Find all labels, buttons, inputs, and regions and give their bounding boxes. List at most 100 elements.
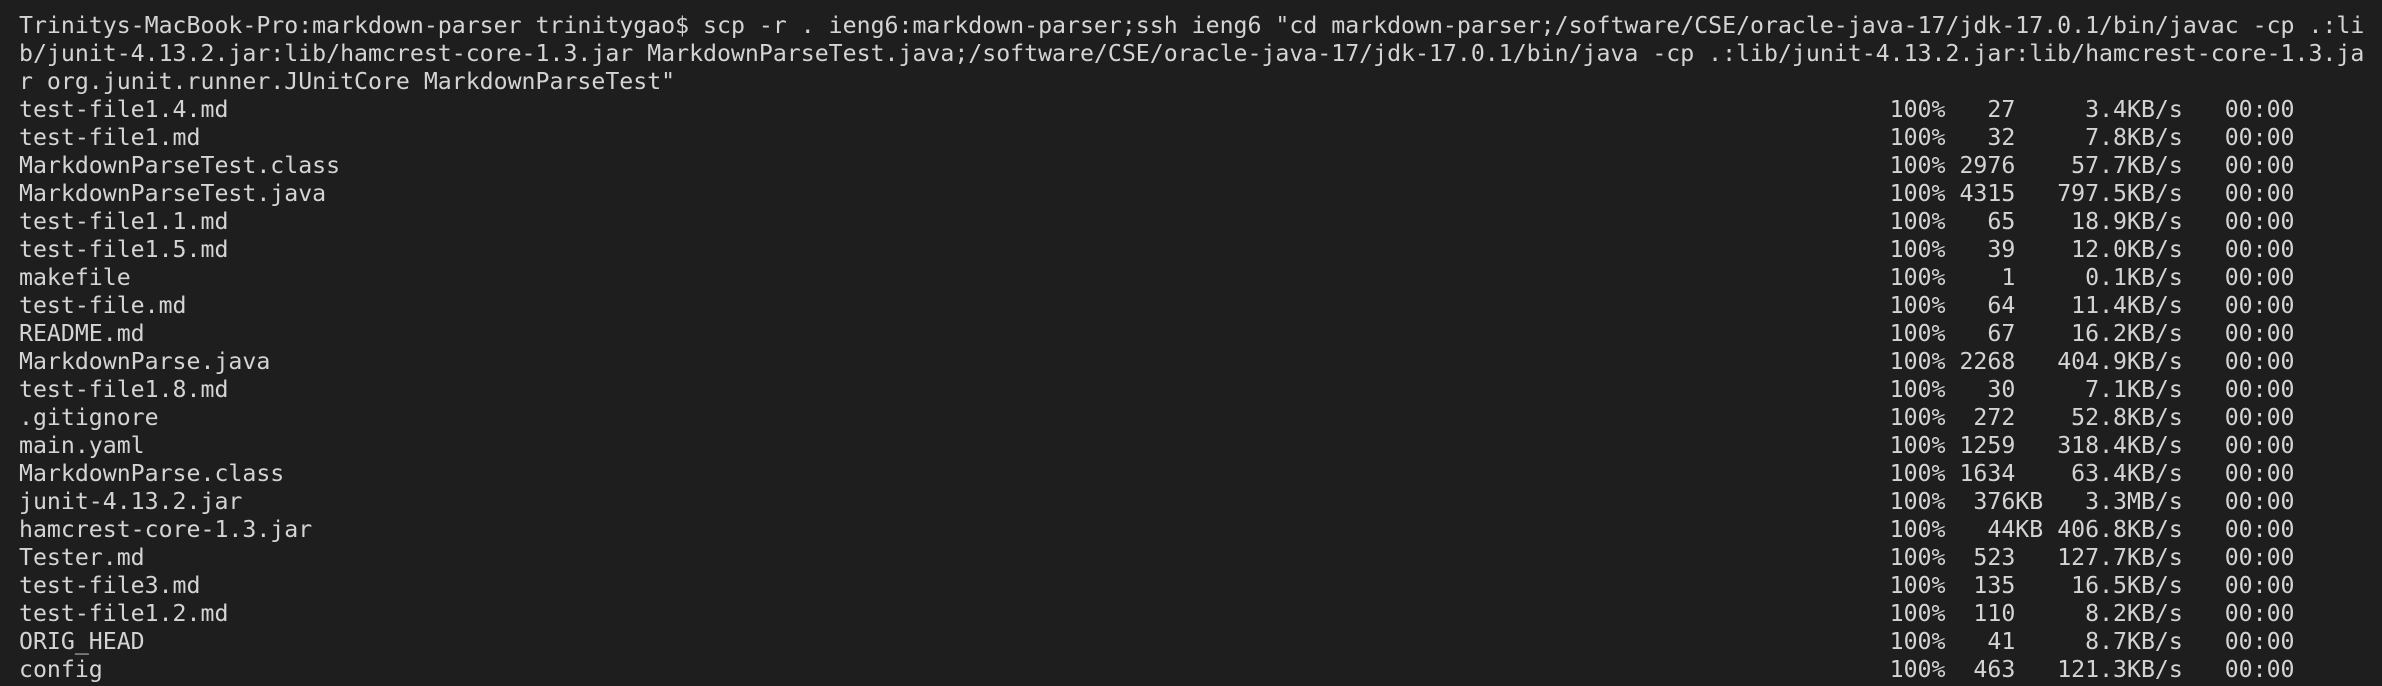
transfer-speed: 318.4KB/s	[2057, 432, 2183, 459]
eta: 00:00	[2224, 572, 2295, 599]
transfer-stats: 100% 41 8.7KB/s 00:00	[1890, 628, 2295, 656]
file-name: test-file1.2.md	[19, 600, 229, 627]
eta: 00:00	[2224, 124, 2295, 151]
transfer-speed: 16.5KB/s	[2057, 572, 2183, 599]
transfer-row: test-file1.2.md 100% 110 8.2KB/s 00:00	[19, 600, 2364, 628]
transfer-stats: 100% 67 16.2KB/s 00:00	[1890, 320, 2295, 348]
file-name: hamcrest-core-1.3.jar	[19, 516, 313, 543]
transfer-speed: 406.8KB/s	[2057, 516, 2183, 543]
transfer-row: MarkdownParseTest.java 100% 4315 797.5KB/…	[19, 180, 2364, 208]
file-name: makefile	[19, 264, 131, 291]
transfer-row: .gitignore 100% 272 52.8KB/s 00:00	[19, 404, 2364, 432]
transfer-speed: 127.7KB/s	[2057, 544, 2183, 571]
file-size: 44KB	[1959, 516, 2044, 543]
transfer-row: test-file1.1.md 100% 65 18.9KB/s 00:00	[19, 208, 2364, 236]
transfer-stats: 100% 1634 63.4KB/s 00:00	[1890, 460, 2295, 488]
file-name: MarkdownParseTest.java	[19, 180, 327, 207]
file-size: 523	[1959, 544, 2044, 571]
eta: 00:00	[2224, 236, 2295, 263]
file-name: ORIG_HEAD	[19, 628, 145, 655]
file-size: 376KB	[1959, 488, 2044, 515]
percent: 100%	[1889, 208, 1946, 235]
file-size: 67	[1959, 320, 2044, 347]
eta: 00:00	[2224, 600, 2295, 627]
file-name: Tester.md	[19, 544, 145, 571]
transfer-speed: 11.4KB/s	[2057, 292, 2183, 319]
transfer-speed: 3.3MB/s	[2057, 488, 2183, 515]
percent: 100%	[1889, 460, 1946, 487]
percent: 100%	[1889, 96, 1946, 123]
transfer-speed: 18.9KB/s	[2057, 208, 2183, 235]
file-size: 41	[1959, 628, 2044, 655]
eta: 00:00	[2224, 208, 2295, 235]
transfer-stats: 100% 272 52.8KB/s 00:00	[1890, 404, 2295, 432]
eta: 00:00	[2224, 404, 2295, 431]
transfer-stats: 100% 2976 57.7KB/s 00:00	[1890, 152, 2295, 180]
terminal-output[interactable]: Trinitys-MacBook-Pro:markdown-parser tri…	[19, 12, 2364, 684]
percent: 100%	[1889, 572, 1946, 599]
transfer-row: Tester.md 100% 523 127.7KB/s 00:00	[19, 544, 2364, 572]
transfer-stats: 100% 135 16.5KB/s 00:00	[1890, 572, 2295, 600]
file-size: 110	[1959, 600, 2044, 627]
transfer-speed: 7.1KB/s	[2057, 376, 2183, 403]
file-size: 463	[1959, 656, 2044, 683]
transfer-stats: 100% 2268 404.9KB/s 00:00	[1890, 348, 2295, 376]
transfer-speed: 52.8KB/s	[2057, 404, 2183, 431]
eta: 00:00	[2224, 152, 2295, 179]
percent: 100%	[1889, 432, 1946, 459]
file-size: 39	[1959, 236, 2044, 263]
transfer-stats: 100% 1259 318.4KB/s 00:00	[1890, 432, 2295, 460]
file-name: .gitignore	[19, 404, 159, 431]
file-name: test-file1.4.md	[19, 96, 229, 123]
percent: 100%	[1889, 628, 1946, 655]
file-size: 2268	[1959, 348, 2044, 375]
eta: 00:00	[2224, 292, 2295, 319]
command-line: Trinitys-MacBook-Pro:markdown-parser tri…	[19, 12, 2364, 96]
transfer-row: test-file1.4.md 100% 27 3.4KB/s 00:00	[19, 96, 2364, 124]
file-size: 135	[1959, 572, 2044, 599]
file-size: 2976	[1959, 152, 2044, 179]
transfer-stats: 100% 4315 797.5KB/s 00:00	[1890, 180, 2295, 208]
percent: 100%	[1889, 376, 1946, 403]
file-name: test-file3.md	[19, 572, 201, 599]
percent: 100%	[1889, 124, 1946, 151]
file-name: MarkdownParse.class	[19, 460, 285, 487]
file-size: 4315	[1959, 180, 2044, 207]
transfer-speed: 8.7KB/s	[2057, 628, 2183, 655]
percent: 100%	[1889, 292, 1946, 319]
percent: 100%	[1889, 516, 1946, 543]
transfer-speed: 3.4KB/s	[2057, 96, 2183, 123]
percent: 100%	[1889, 348, 1946, 375]
percent: 100%	[1889, 180, 1946, 207]
transfer-speed: 8.2KB/s	[2057, 600, 2183, 627]
eta: 00:00	[2224, 628, 2295, 655]
file-name: MarkdownParseTest.class	[19, 152, 341, 179]
transfer-row: README.md 100% 67 16.2KB/s 00:00	[19, 320, 2364, 348]
transfer-row: test-file1.8.md 100% 30 7.1KB/s 00:00	[19, 376, 2364, 404]
transfer-stats: 100% 64 11.4KB/s 00:00	[1890, 292, 2295, 320]
transfer-row: MarkdownParseTest.class 100% 2976 57.7KB/…	[19, 152, 2364, 180]
percent: 100%	[1889, 488, 1946, 515]
transfer-row: test-file1.md 100% 32 7.8KB/s 00:00	[19, 124, 2364, 152]
transfer-stats: 100% 463 121.3KB/s 00:00	[1890, 656, 2295, 684]
transfer-stats: 100% 1 0.1KB/s 00:00	[1890, 264, 2295, 292]
file-size: 1634	[1959, 460, 2044, 487]
file-name: config	[19, 656, 103, 683]
file-name: test-file1.1.md	[19, 208, 229, 235]
eta: 00:00	[2224, 376, 2295, 403]
file-size: 30	[1959, 376, 2044, 403]
file-size: 272	[1959, 404, 2044, 431]
transfer-stats: 100% 65 18.9KB/s 00:00	[1890, 208, 2295, 236]
file-name: test-file1.md	[19, 124, 201, 151]
file-name: test-file.md	[19, 292, 187, 319]
transfer-speed: 0.1KB/s	[2057, 264, 2183, 291]
transfer-stats: 100% 44KB 406.8KB/s 00:00	[1890, 516, 2295, 544]
percent: 100%	[1889, 236, 1946, 263]
transfer-row: MarkdownParse.java 100% 2268 404.9KB/s 00…	[19, 348, 2364, 376]
percent: 100%	[1889, 544, 1946, 571]
file-size: 1	[1959, 264, 2044, 291]
transfer-speed: 16.2KB/s	[2057, 320, 2183, 347]
transfer-row: config 100% 463 121.3KB/s 00:00	[19, 656, 2364, 684]
file-name: test-file1.5.md	[19, 236, 229, 263]
transfer-list: test-file1.4.md 100% 27 3.4KB/s 00:00 test…	[19, 96, 2364, 684]
